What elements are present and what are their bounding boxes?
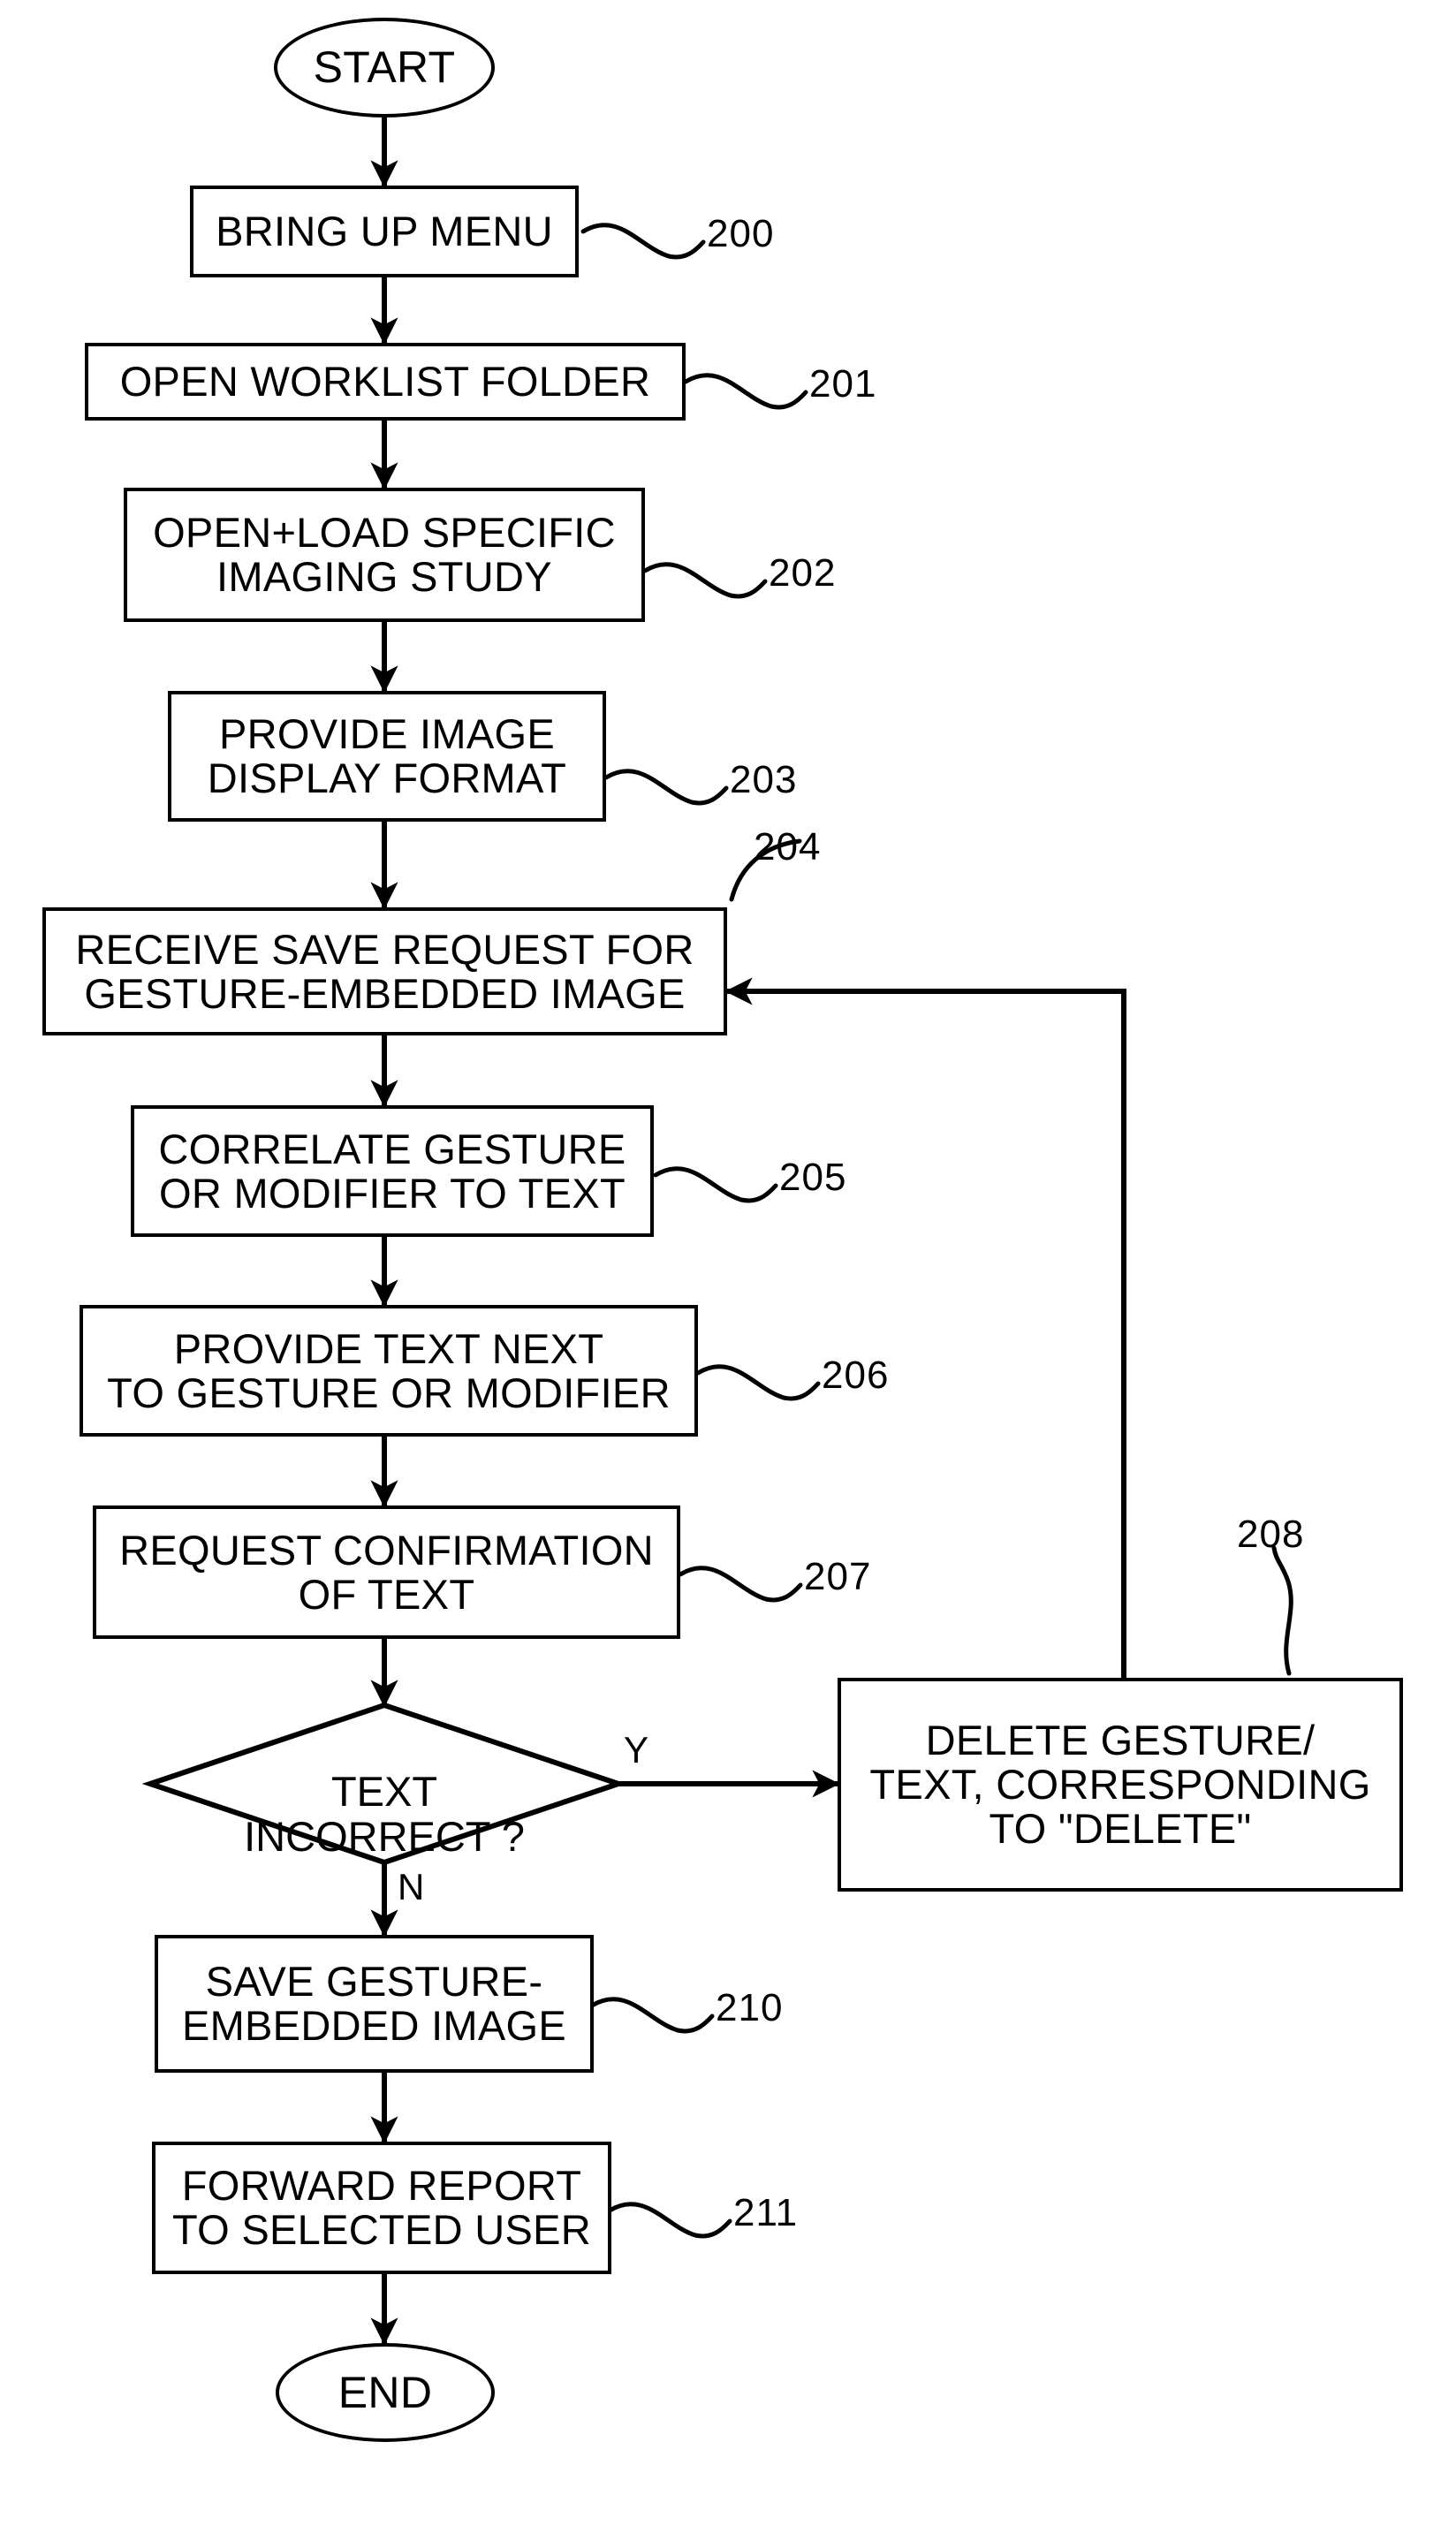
leader-211 [607,2202,732,2239]
process-provide-display-format-label: PROVIDE IMAGE DISPLAY FORMAT [207,710,567,801]
leader-205 [653,1166,778,1203]
process-delete-gesture-text-label: DELETE GESTURE/ TEXT, CORRESPONDING TO "… [869,1717,1371,1852]
reference-numeral-208: 208 [1237,1513,1305,1556]
reference-numeral-202: 202 [769,551,837,595]
reference-numeral-203: 203 [730,758,798,801]
process-bring-up-menu-label: BRING UP MENU [216,208,553,255]
leader-210 [589,1997,715,2034]
process-correlate-gesture-label: CORRELATE GESTURE OR MODIFIER TO TEXT [158,1125,626,1217]
leader-202 [642,562,768,599]
leader-206 [695,1364,821,1401]
process-open-load-study-label: OPEN+LOAD SPECIFIC IMAGING STUDY [153,509,616,600]
process-correlate-gesture: CORRELATE GESTURE OR MODIFIER TO TEXT [131,1105,654,1237]
reference-numeral-200: 200 [707,212,775,255]
terminator-start: START [274,18,495,118]
edge-208-feedback-to-204 [724,977,1126,1678]
reference-numeral-205: 205 [779,1156,847,1199]
terminator-start-label: START [313,42,456,92]
leader-203 [603,769,729,806]
branch-label-no: N [398,1866,425,1907]
leader-201 [683,373,808,410]
reference-numeral-206: 206 [822,1354,890,1397]
branch-label-yes: Y [624,1729,649,1771]
reference-numeral-211: 211 [733,2191,799,2234]
decision-text-incorrect-label: TEXT INCORRECT ? [244,1767,525,1860]
terminator-end-label: END [337,2367,433,2417]
process-open-worklist-folder: OPEN WORKLIST FOLDER [85,343,686,421]
process-save-gesture-embedded-image-label: SAVE GESTURE- EMBEDDED IMAGE [181,1958,567,2049]
leader-200 [580,223,706,260]
reference-numeral-207: 207 [804,1555,872,1598]
process-provide-text-next: PROVIDE TEXT NEXT TO GESTURE OR MODIFIER [80,1305,698,1437]
process-save-gesture-embedded-image: SAVE GESTURE- EMBEDDED IMAGE [155,1935,594,2073]
process-receive-save-request: RECEIVE SAVE REQUEST FOR GESTURE-EMBEDDE… [42,907,727,1035]
reference-numeral-204: 204 [754,825,822,868]
process-forward-report-label: FORWARD REPORT TO SELECTED USER [171,2162,592,2253]
process-open-load-study: OPEN+LOAD SPECIFIC IMAGING STUDY [124,488,645,622]
process-provide-display-format: PROVIDE IMAGE DISPLAY FORMAT [168,691,606,822]
process-request-confirmation: REQUEST CONFIRMATION OF TEXT [93,1505,680,1639]
process-provide-text-next-label: PROVIDE TEXT NEXT TO GESTURE OR MODIFIER [107,1324,671,1416]
flowchart-canvas: START BRING UP MENU OPEN WORKLIST FOLDER… [0,0,1456,2533]
terminator-end: END [276,2343,495,2442]
leader-208 [1271,1545,1293,1676]
process-forward-report: FORWARD REPORT TO SELECTED USER [152,2142,611,2274]
leader-207 [678,1566,803,1603]
process-delete-gesture-text: DELETE GESTURE/ TEXT, CORRESPONDING TO "… [838,1678,1403,1892]
reference-numeral-201: 201 [809,362,877,406]
reference-numeral-210: 210 [716,1986,784,2029]
process-receive-save-request-label: RECEIVE SAVE REQUEST FOR GESTURE-EMBEDDE… [75,925,694,1017]
process-bring-up-menu: BRING UP MENU [190,186,579,277]
process-request-confirmation-label: REQUEST CONFIRMATION OF TEXT [119,1526,654,1618]
process-open-worklist-folder-label: OPEN WORKLIST FOLDER [119,358,651,406]
